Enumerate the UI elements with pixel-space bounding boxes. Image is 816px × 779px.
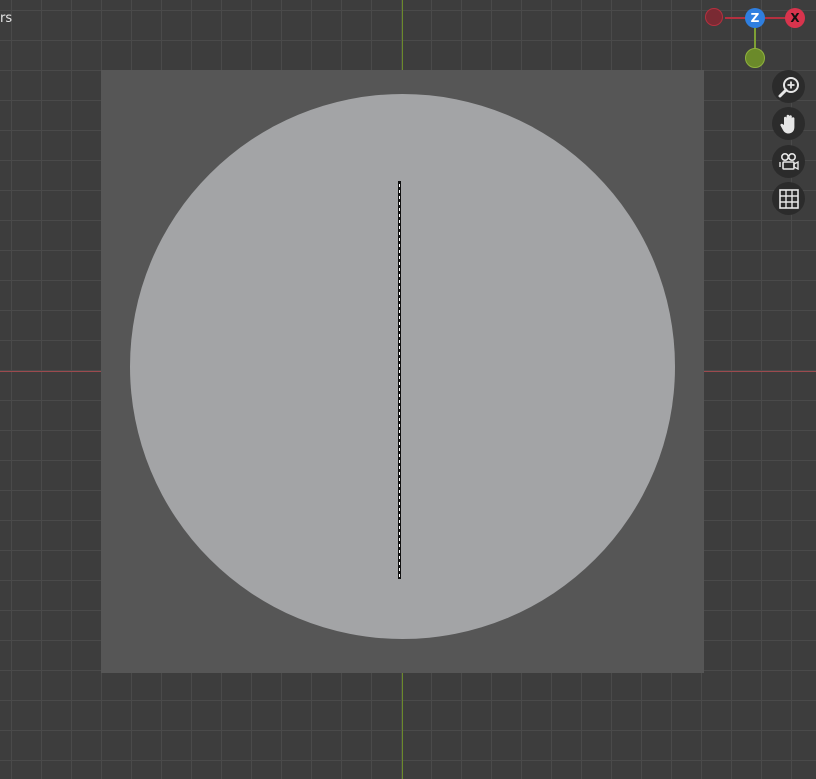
gizmo-z-label: Z <box>750 11 760 25</box>
pan-button[interactable] <box>772 107 805 140</box>
zoom-in-icon <box>777 75 801 99</box>
circle-disc[interactable] <box>130 94 675 639</box>
3d-viewport[interactable]: rs Z X <box>0 0 816 779</box>
gizmo-x-label: X <box>790 11 800 25</box>
grid-view-button[interactable] <box>772 182 805 215</box>
grid-icon <box>778 188 800 210</box>
gizmo-z-ball[interactable]: Z <box>745 8 765 28</box>
camera-view-button[interactable] <box>772 145 805 178</box>
zoom-button[interactable] <box>772 70 805 103</box>
camera-view-icon <box>777 150 801 174</box>
hand-icon <box>777 112 801 136</box>
gizmo-negative-x-ball[interactable] <box>705 8 723 26</box>
gizmo-negative-y-ball[interactable] <box>745 48 765 68</box>
knife-cut-line[interactable] <box>398 181 401 579</box>
navigation-gizmo[interactable]: Z X <box>700 0 816 75</box>
header-label: rs <box>0 11 13 26</box>
gizmo-x-ball[interactable]: X <box>785 8 805 28</box>
